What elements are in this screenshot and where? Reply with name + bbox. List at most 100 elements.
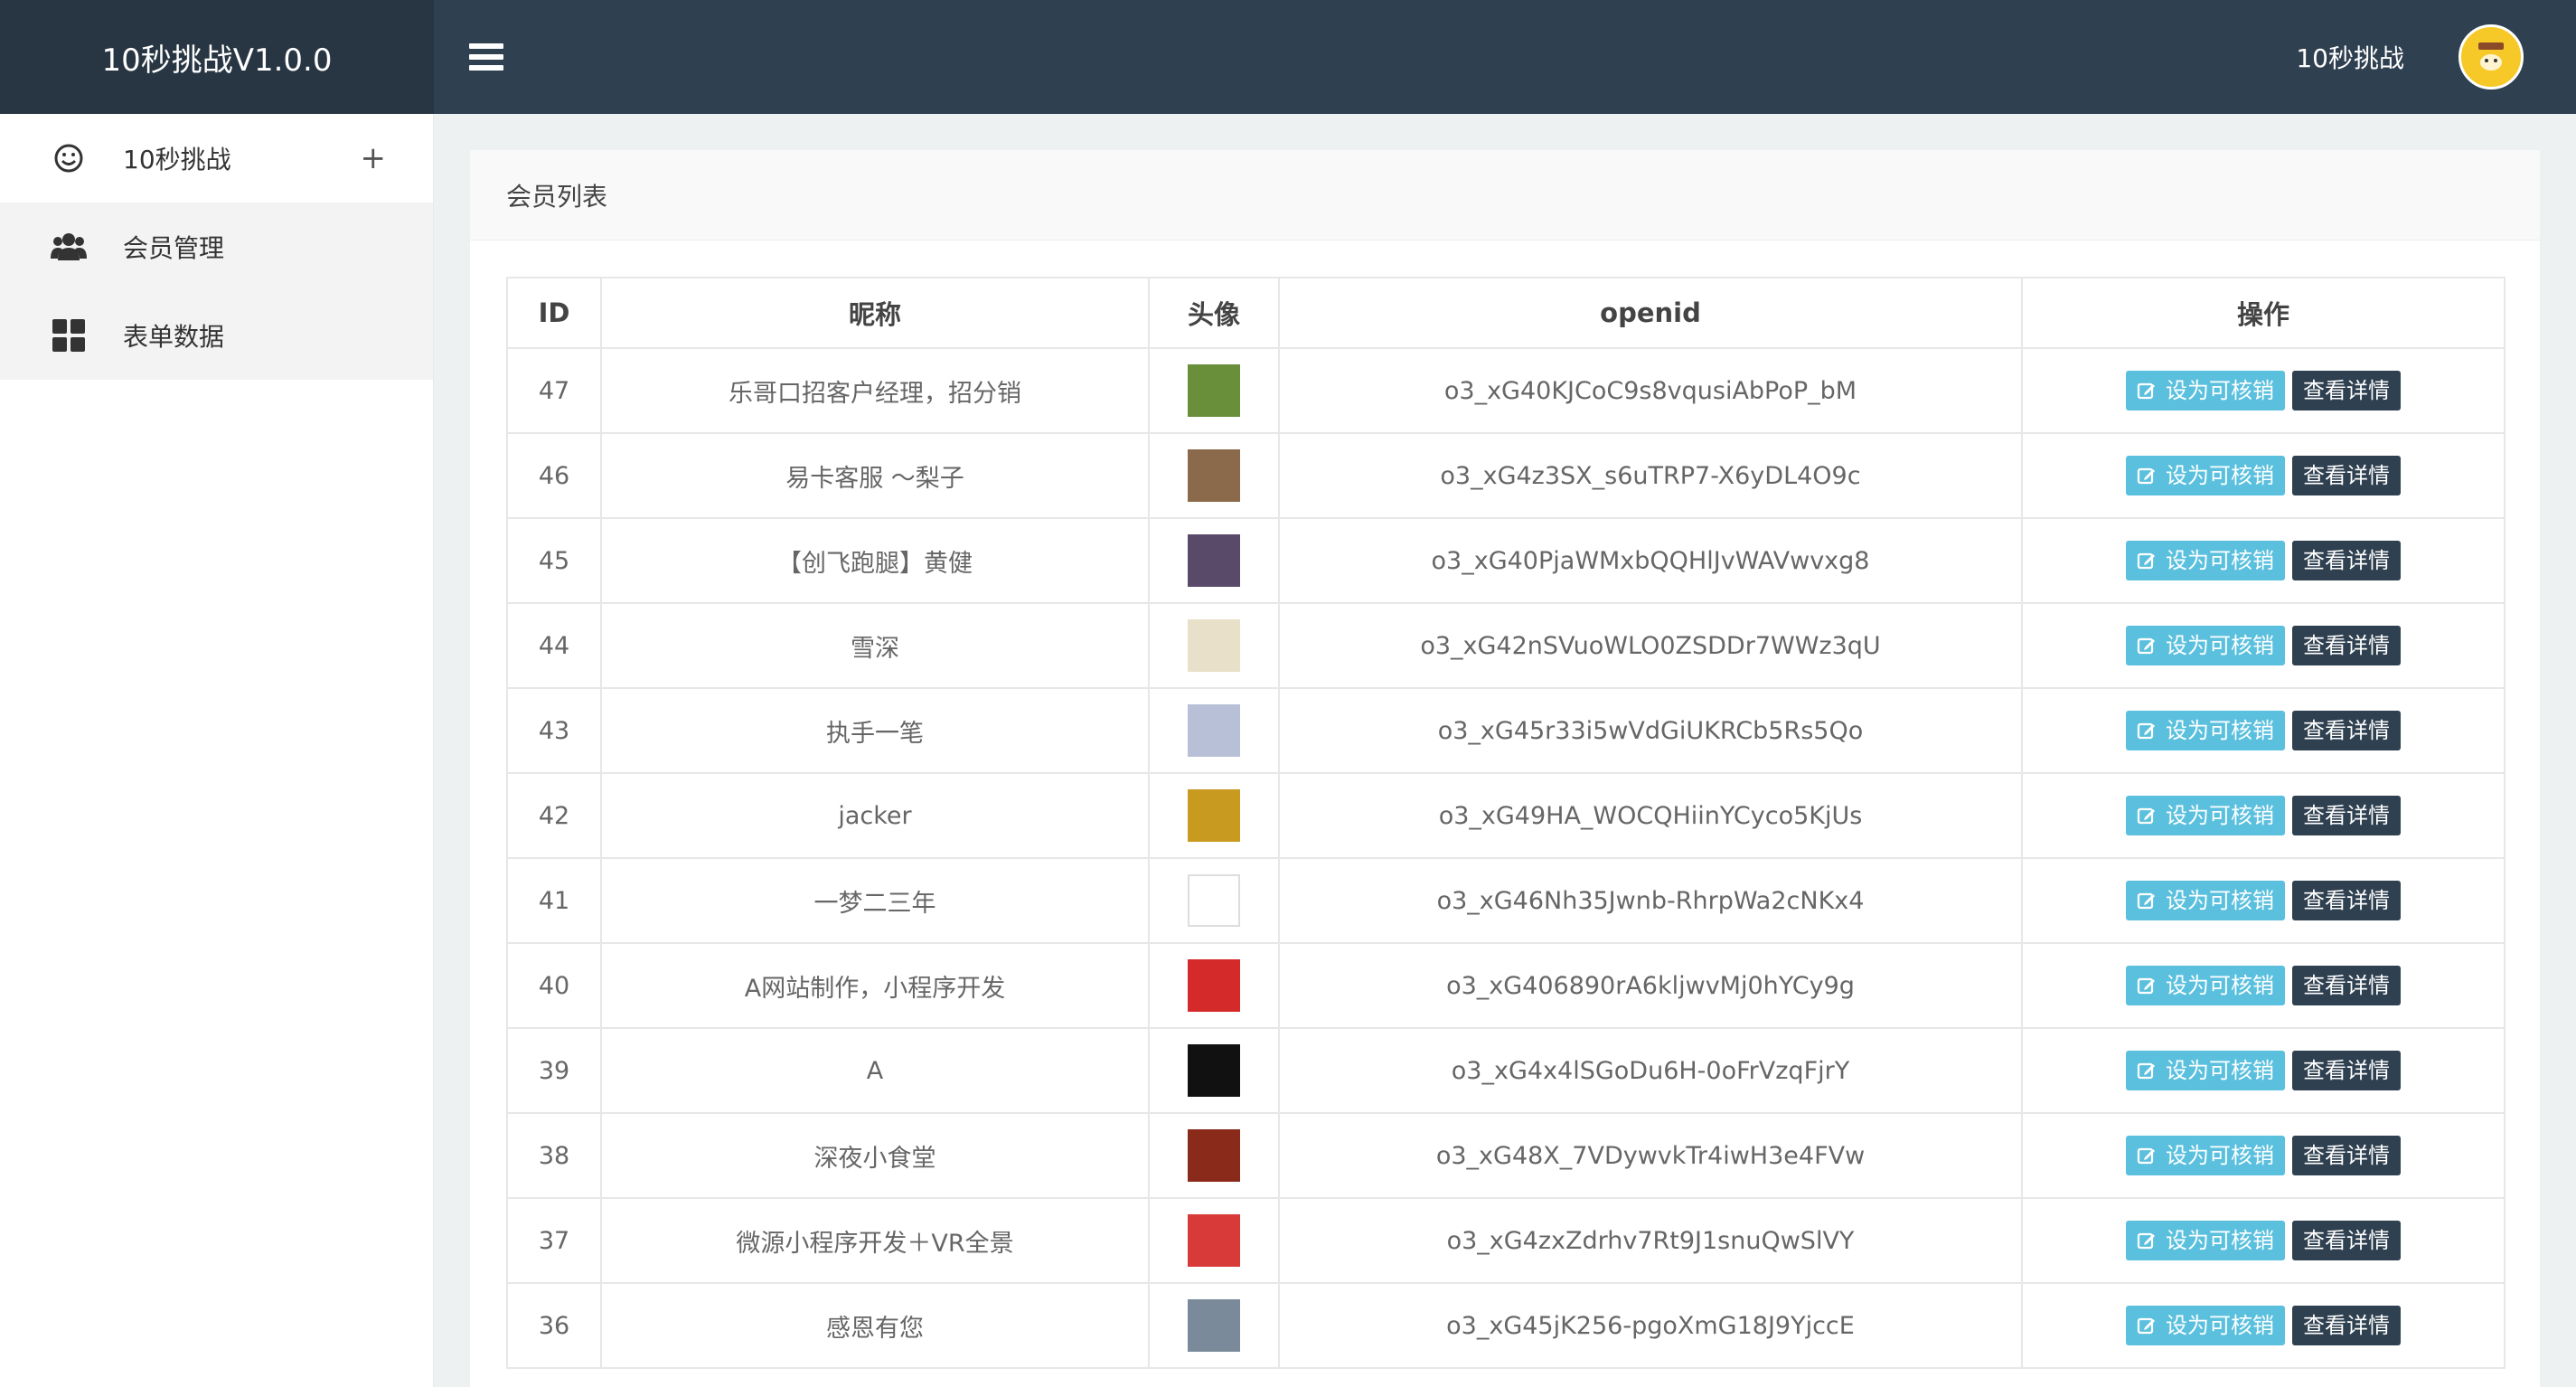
set-verifiable-label: 设为可核销: [2166, 1058, 2274, 1083]
set-verifiable-button[interactable]: 设为可核销: [2126, 796, 2285, 835]
cell-id: 42: [506, 772, 602, 859]
set-verifiable-button[interactable]: 设为可核销: [2126, 1051, 2285, 1090]
expand-plus-icon[interactable]: +: [361, 140, 387, 176]
view-detail-button[interactable]: 查看详情: [2292, 1306, 2401, 1345]
menu-toggle-button[interactable]: [459, 30, 513, 84]
view-detail-button[interactable]: 查看详情: [2292, 371, 2401, 410]
set-verifiable-button[interactable]: 设为可核销: [2126, 456, 2285, 495]
cell-actions: 设为可核销 查看详情: [2021, 432, 2505, 519]
cell-avatar: [1148, 1027, 1280, 1114]
view-detail-button[interactable]: 查看详情: [2292, 1051, 2401, 1090]
sidebar: 10秒挑战 + 会员管理 表单数据: [0, 114, 434, 1387]
avatar-icon: [2466, 32, 2516, 82]
view-detail-button[interactable]: 查看详情: [2292, 456, 2401, 495]
set-verifiable-button[interactable]: 设为可核销: [2126, 711, 2285, 750]
member-list-panel: 会员列表 ID 昵称 头像 openid 操作 47 乐哥口招客户经理，招分销 o3…: [470, 150, 2540, 1387]
user-avatar[interactable]: [2458, 24, 2524, 90]
edit-icon: [2137, 467, 2155, 485]
view-detail-button[interactable]: 查看详情: [2292, 881, 2401, 920]
table-row: 46 易卡客服 ～梨子 o3_xG4z3SX_s6uTRP7-X6yDL4O9c 设为…: [506, 432, 2505, 519]
cell-nickname: 深夜小食堂: [600, 1112, 1150, 1199]
cell-avatar: [1148, 687, 1280, 774]
set-verifiable-label: 设为可核销: [2166, 718, 2274, 743]
view-detail-button[interactable]: 查看详情: [2292, 796, 2401, 835]
member-avatar-image: [1188, 534, 1240, 587]
set-verifiable-label: 设为可核销: [2166, 888, 2274, 913]
set-verifiable-button[interactable]: 设为可核销: [2126, 1136, 2285, 1175]
cell-actions: 设为可核销 查看详情: [2021, 347, 2505, 434]
view-detail-button[interactable]: 查看详情: [2292, 626, 2401, 665]
cell-actions: 设为可核销 查看详情: [2021, 602, 2505, 689]
cell-nickname: 【创飞跑腿】黄健: [600, 517, 1150, 604]
set-verifiable-label: 设为可核销: [2166, 803, 2274, 828]
edit-icon: [2137, 977, 2155, 995]
cell-openid: o3_xG46Nh35Jwnb-RhrpWa2cNKx4: [1278, 857, 2023, 944]
set-verifiable-button[interactable]: 设为可核销: [2126, 1221, 2285, 1260]
set-verifiable-button[interactable]: 设为可核销: [2126, 541, 2285, 580]
user-name[interactable]: 10秒挑战: [2296, 39, 2404, 75]
view-detail-button[interactable]: 查看详情: [2292, 711, 2401, 750]
set-verifiable-button[interactable]: 设为可核销: [2126, 371, 2285, 410]
cell-openid: o3_xG4zxZdrhv7Rt9J1snuQwSlVY: [1278, 1197, 2023, 1284]
view-detail-button[interactable]: 查看详情: [2292, 541, 2401, 580]
view-detail-button[interactable]: 查看详情: [2292, 966, 2401, 1005]
grid-icon: [51, 317, 87, 354]
users-icon: [51, 229, 87, 265]
table-row: 42 jacker o3_xG49HA_WOCQHiinYCyco5KjUs 设为可核…: [506, 772, 2505, 859]
cell-nickname: 雪深: [600, 602, 1150, 689]
cell-openid: o3_xG4z3SX_s6uTRP7-X6yDL4O9c: [1278, 432, 2023, 519]
member-avatar-image: [1188, 1299, 1240, 1352]
set-verifiable-label: 设为可核销: [2166, 378, 2274, 403]
cell-avatar: [1148, 602, 1280, 689]
set-verifiable-button[interactable]: 设为可核销: [2126, 626, 2285, 665]
column-header-id: ID: [506, 277, 602, 349]
member-avatar-image: [1188, 874, 1240, 927]
cell-avatar: [1148, 517, 1280, 604]
sidebar-item-form-data[interactable]: 表单数据: [0, 291, 433, 380]
member-avatar-image: [1188, 789, 1240, 842]
top-navbar: 10秒挑战V1.0.0 10秒挑战: [0, 0, 2576, 114]
view-detail-button[interactable]: 查看详情: [2292, 1221, 2401, 1260]
set-verifiable-label: 设为可核销: [2166, 548, 2274, 573]
view-detail-button[interactable]: 查看详情: [2292, 1136, 2401, 1175]
cell-avatar: [1148, 347, 1280, 434]
table-row: 36 感恩有您 o3_xG45jK256-pgoXmG18J9YjccE 设为可核销查…: [506, 1282, 2505, 1369]
edit-icon: [2137, 892, 2155, 910]
sidebar-item-label: 会员管理: [123, 233, 225, 263]
cell-actions: 设为可核销 查看详情: [2021, 772, 2505, 859]
cell-openid: o3_xG40KJCoC9s8vqusiAbPoP_bM: [1278, 347, 2023, 434]
cell-avatar: [1148, 1197, 1280, 1284]
set-verifiable-button[interactable]: 设为可核销: [2126, 1306, 2285, 1345]
smile-icon: [51, 140, 87, 176]
cell-actions: 设为可核销 查看详情: [2021, 1282, 2505, 1369]
cell-id: 44: [506, 602, 602, 689]
table-row: 44 雪深 o3_xG42nSVuoWLO0ZSDDr7WWz3qU 设为可核销 查看详…: [506, 602, 2505, 689]
sidebar-item-challenge[interactable]: 10秒挑战 +: [0, 114, 433, 203]
cell-id: 43: [506, 687, 602, 774]
cell-id: 37: [506, 1197, 602, 1284]
set-verifiable-label: 设为可核销: [2166, 973, 2274, 998]
member-table-wrap: ID 昵称 头像 openid 操作 47 乐哥口招客户经理，招分销 o3_xG40…: [506, 277, 2505, 1369]
member-avatar-image: [1188, 364, 1240, 417]
cell-id: 40: [506, 942, 602, 1029]
set-verifiable-button[interactable]: 设为可核销: [2126, 881, 2285, 920]
member-table-body: 47 乐哥口招客户经理，招分销 o3_xG40KJCoC9s8vqusiAbPoP_…: [506, 347, 2505, 1369]
hamburger-icon: [469, 43, 503, 71]
sidebar-item-label: 10秒挑战: [123, 145, 231, 175]
cell-id: 36: [506, 1282, 602, 1369]
member-avatar-image: [1188, 619, 1240, 672]
cell-nickname: 执手一笔: [600, 687, 1150, 774]
edit-icon: [2137, 637, 2155, 655]
cell-openid: o3_xG406890rA6kljwvMj0hYCy9g: [1278, 942, 2023, 1029]
set-verifiable-button[interactable]: 设为可核销: [2126, 966, 2285, 1005]
edit-icon: [2137, 722, 2155, 740]
cell-id: 38: [506, 1112, 602, 1199]
sidebar-item-members[interactable]: 会员管理: [0, 203, 433, 291]
panel-title: 会员列表: [470, 150, 2540, 241]
set-verifiable-label: 设为可核销: [2166, 1313, 2274, 1338]
cell-avatar: [1148, 1112, 1280, 1199]
table-header-row: ID 昵称 头像 openid 操作: [506, 277, 2505, 349]
cell-openid: o3_xG40PjaWMxbQQHlJvWAVwvxg8: [1278, 517, 2023, 604]
cell-actions: 设为可核销 查看详情: [2021, 1027, 2505, 1114]
cell-nickname: A网站制作，小程序开发: [600, 942, 1150, 1029]
